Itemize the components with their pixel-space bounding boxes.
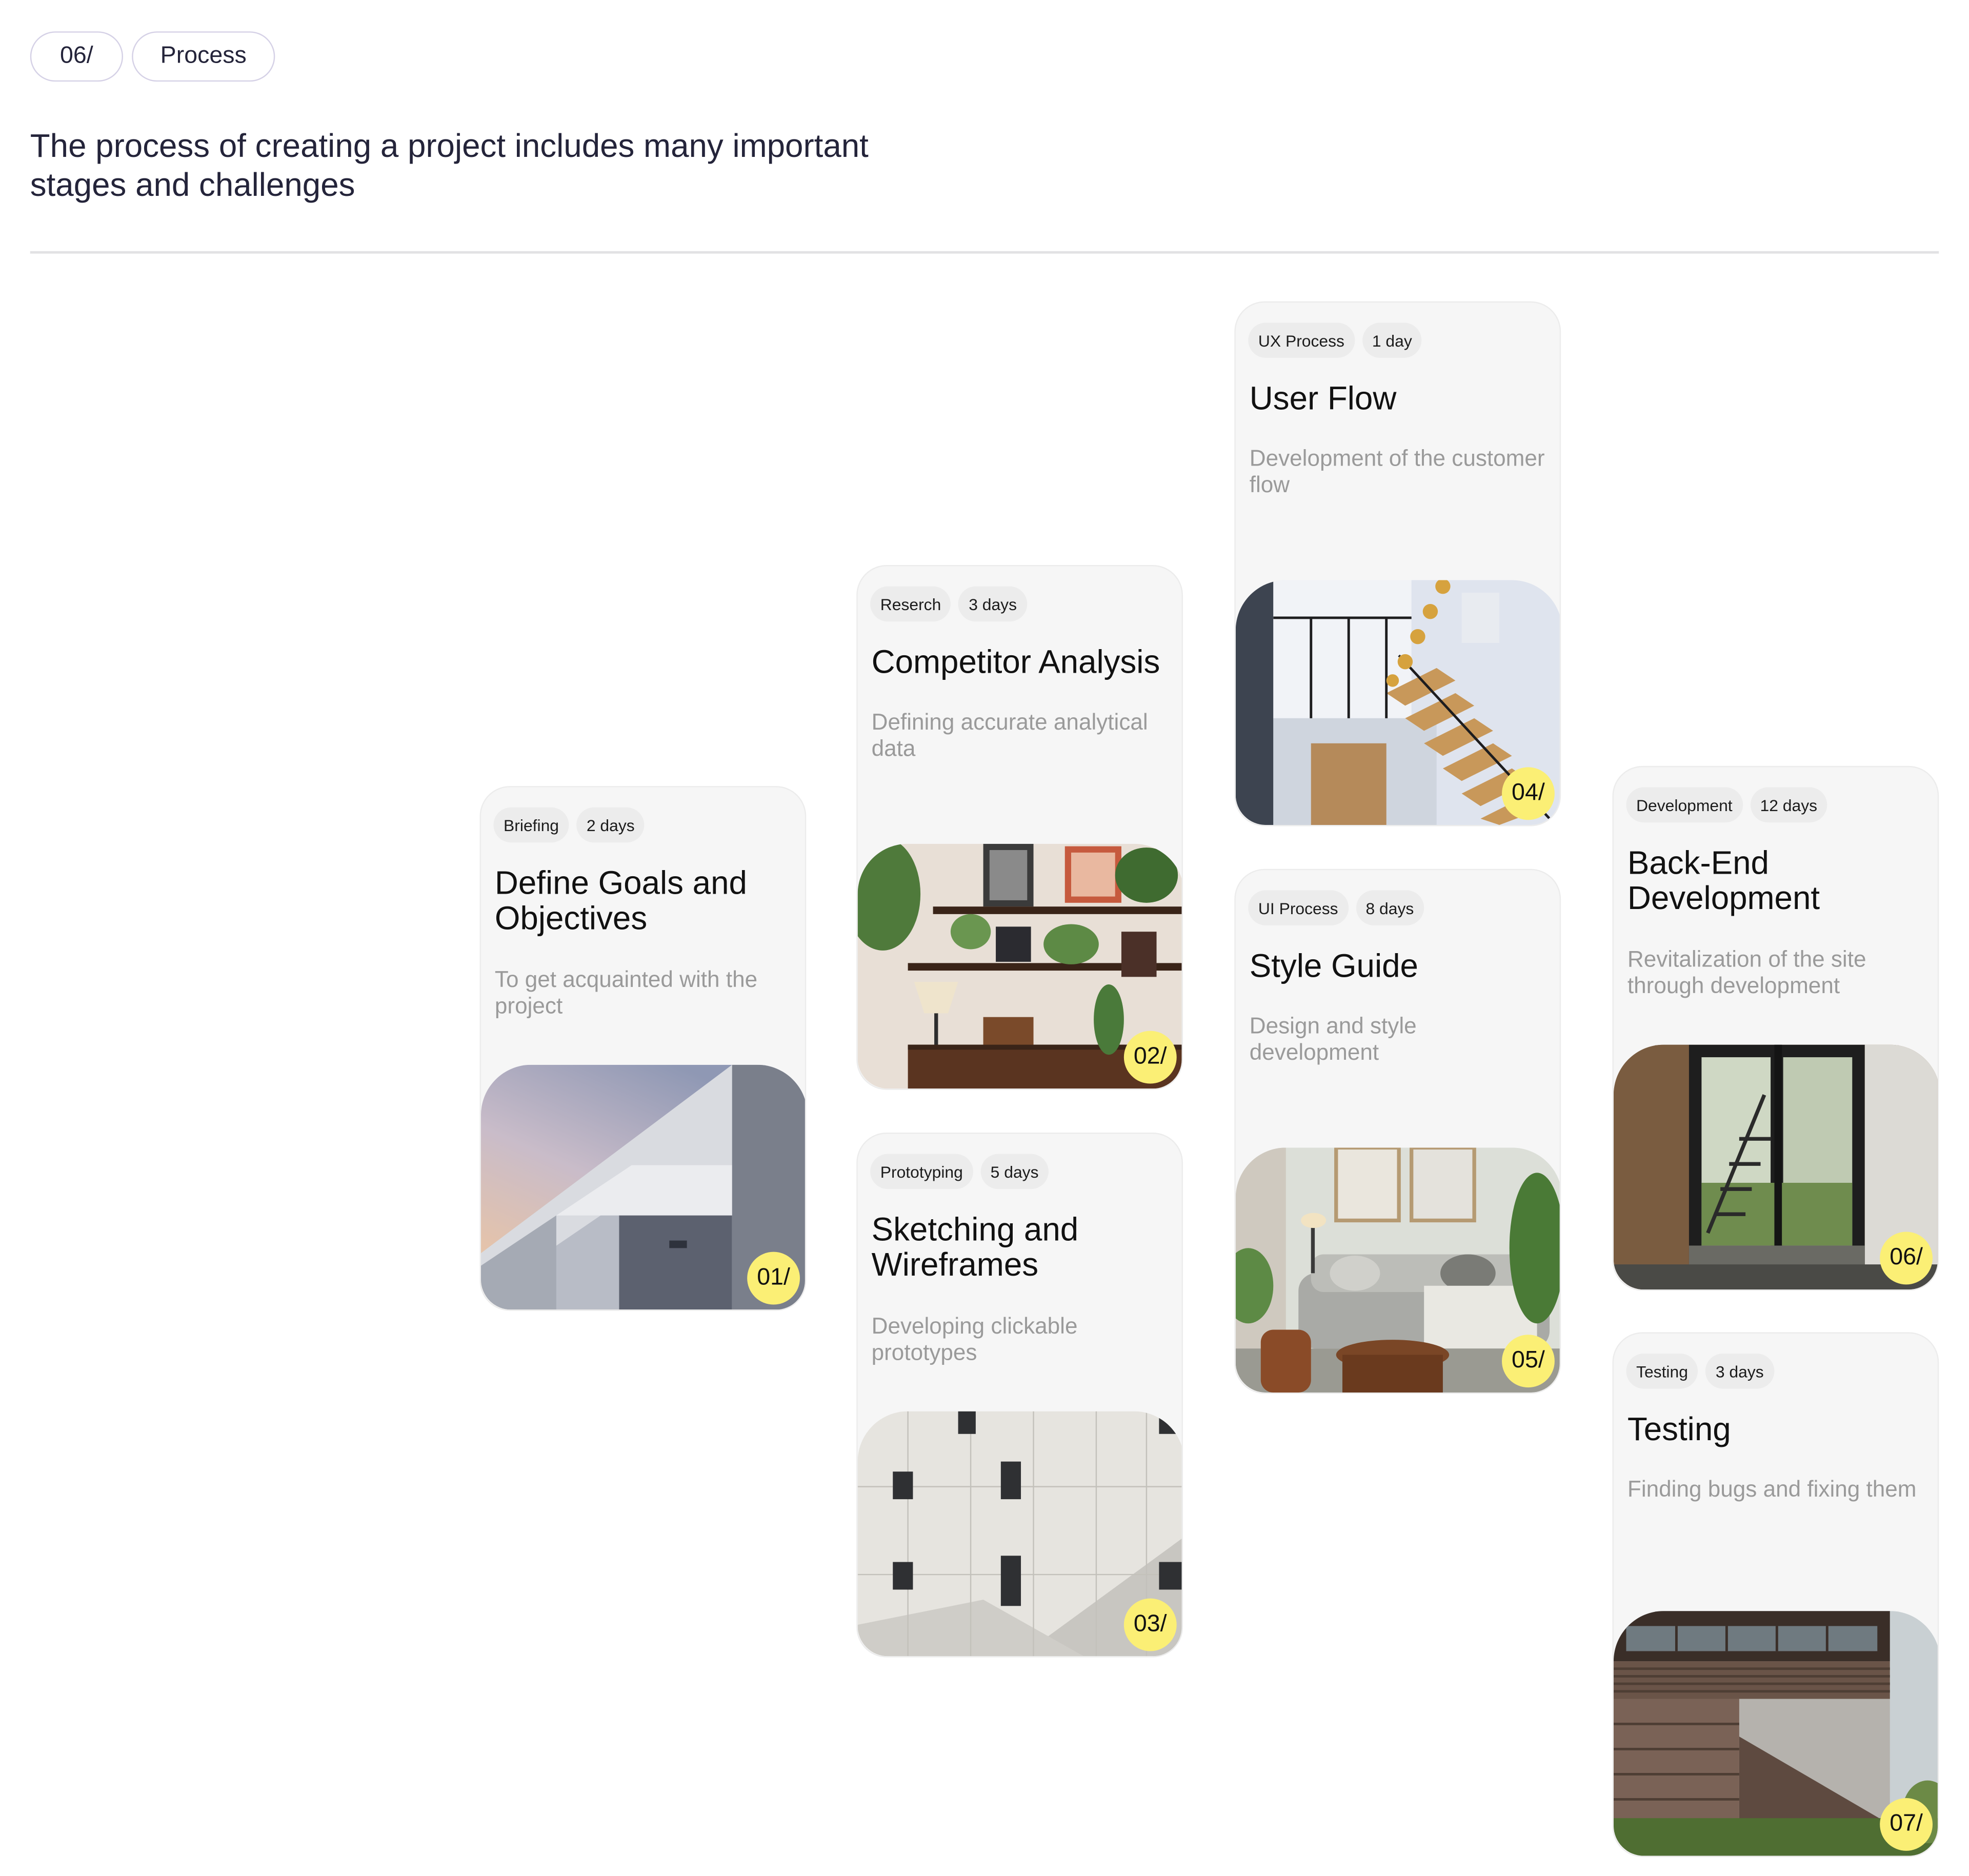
card-title: Competitor Analysis (871, 642, 1160, 681)
card-description: Revitalization of the site through devel… (1627, 946, 1866, 998)
step-number-badge: 04/ (1502, 767, 1555, 820)
category-tag: Briefing (493, 807, 569, 843)
process-card-06[interactable]: Development 12 days Back-End Development… (1612, 765, 1939, 1291)
section-intro: The process of creating a project includ… (30, 127, 869, 204)
section-label-pill: Process (132, 31, 275, 82)
step-number-badge: 06/ (1880, 1232, 1933, 1285)
category-tag: Reserch (870, 586, 951, 622)
process-card-07[interactable]: Testing 3 days Testing Finding bugs and … (1612, 1332, 1939, 1858)
section-number-pill: 06/ (30, 31, 124, 82)
card-title: Testing (1627, 1410, 1731, 1448)
card-description: To get acquainted with the project (494, 966, 758, 1019)
duration-tag: 3 days (958, 586, 1027, 622)
card-tags: UI Process 8 days (1248, 890, 1424, 925)
divider (30, 251, 1939, 254)
card-title: Define Goals and Objectives (494, 863, 747, 937)
process-card-04[interactable]: UX Process 1 day User Flow Development o… (1234, 301, 1561, 826)
card-description: Finding bugs and fixing them (1627, 1477, 1917, 1502)
process-section: 06/ Process The process of creating a pr… (0, 0, 1969, 1876)
duration-tag: 1 day (1362, 322, 1422, 358)
category-tag: Development (1626, 787, 1743, 823)
process-card-05[interactable]: UI Process 8 days Style Guide Design and… (1234, 869, 1561, 1394)
category-tag: Testing (1626, 1354, 1698, 1389)
card-tags: UX Process 1 day (1248, 322, 1422, 358)
card-description: Defining accurate analytical data (871, 709, 1148, 761)
step-number-badge: 03/ (1123, 1598, 1177, 1651)
step-number-badge: 02/ (1123, 1031, 1177, 1084)
card-title: User Flow (1249, 379, 1397, 417)
duration-tag: 5 days (980, 1154, 1049, 1189)
card-description: Developing clickable prototypes (871, 1313, 1078, 1365)
card-description: Design and style development (1249, 1013, 1417, 1065)
card-tags: Reserch 3 days (870, 586, 1027, 622)
step-number-badge: 05/ (1502, 1335, 1555, 1388)
card-tags: Prototyping 5 days (870, 1154, 1049, 1189)
card-tags: Briefing 2 days (493, 807, 645, 843)
process-card-03[interactable]: Prototyping 5 days Sketching and Wirefra… (856, 1132, 1183, 1658)
step-number-badge: 07/ (1880, 1798, 1933, 1851)
card-title: Back-End Development (1627, 843, 1820, 917)
category-tag: UX Process (1248, 322, 1355, 358)
step-number-badge: 01/ (747, 1252, 800, 1305)
duration-tag: 3 days (1705, 1354, 1774, 1389)
category-tag: UI Process (1248, 890, 1349, 925)
category-tag: Prototyping (870, 1154, 973, 1189)
card-title: Sketching and Wireframes (871, 1210, 1079, 1283)
card-description: Development of the customer flow (1249, 446, 1545, 497)
card-title: Style Guide (1249, 946, 1418, 985)
process-card-01[interactable]: Briefing 2 days Define Goals and Objecti… (479, 786, 807, 1311)
duration-tag: 8 days (1355, 890, 1424, 925)
card-tags: Development 12 days (1626, 787, 1827, 823)
process-card-02[interactable]: Reserch 3 days Competitor Analysis Defin… (856, 565, 1183, 1090)
card-tags: Testing 3 days (1626, 1354, 1774, 1389)
duration-tag: 12 days (1750, 787, 1827, 823)
duration-tag: 2 days (576, 807, 645, 843)
